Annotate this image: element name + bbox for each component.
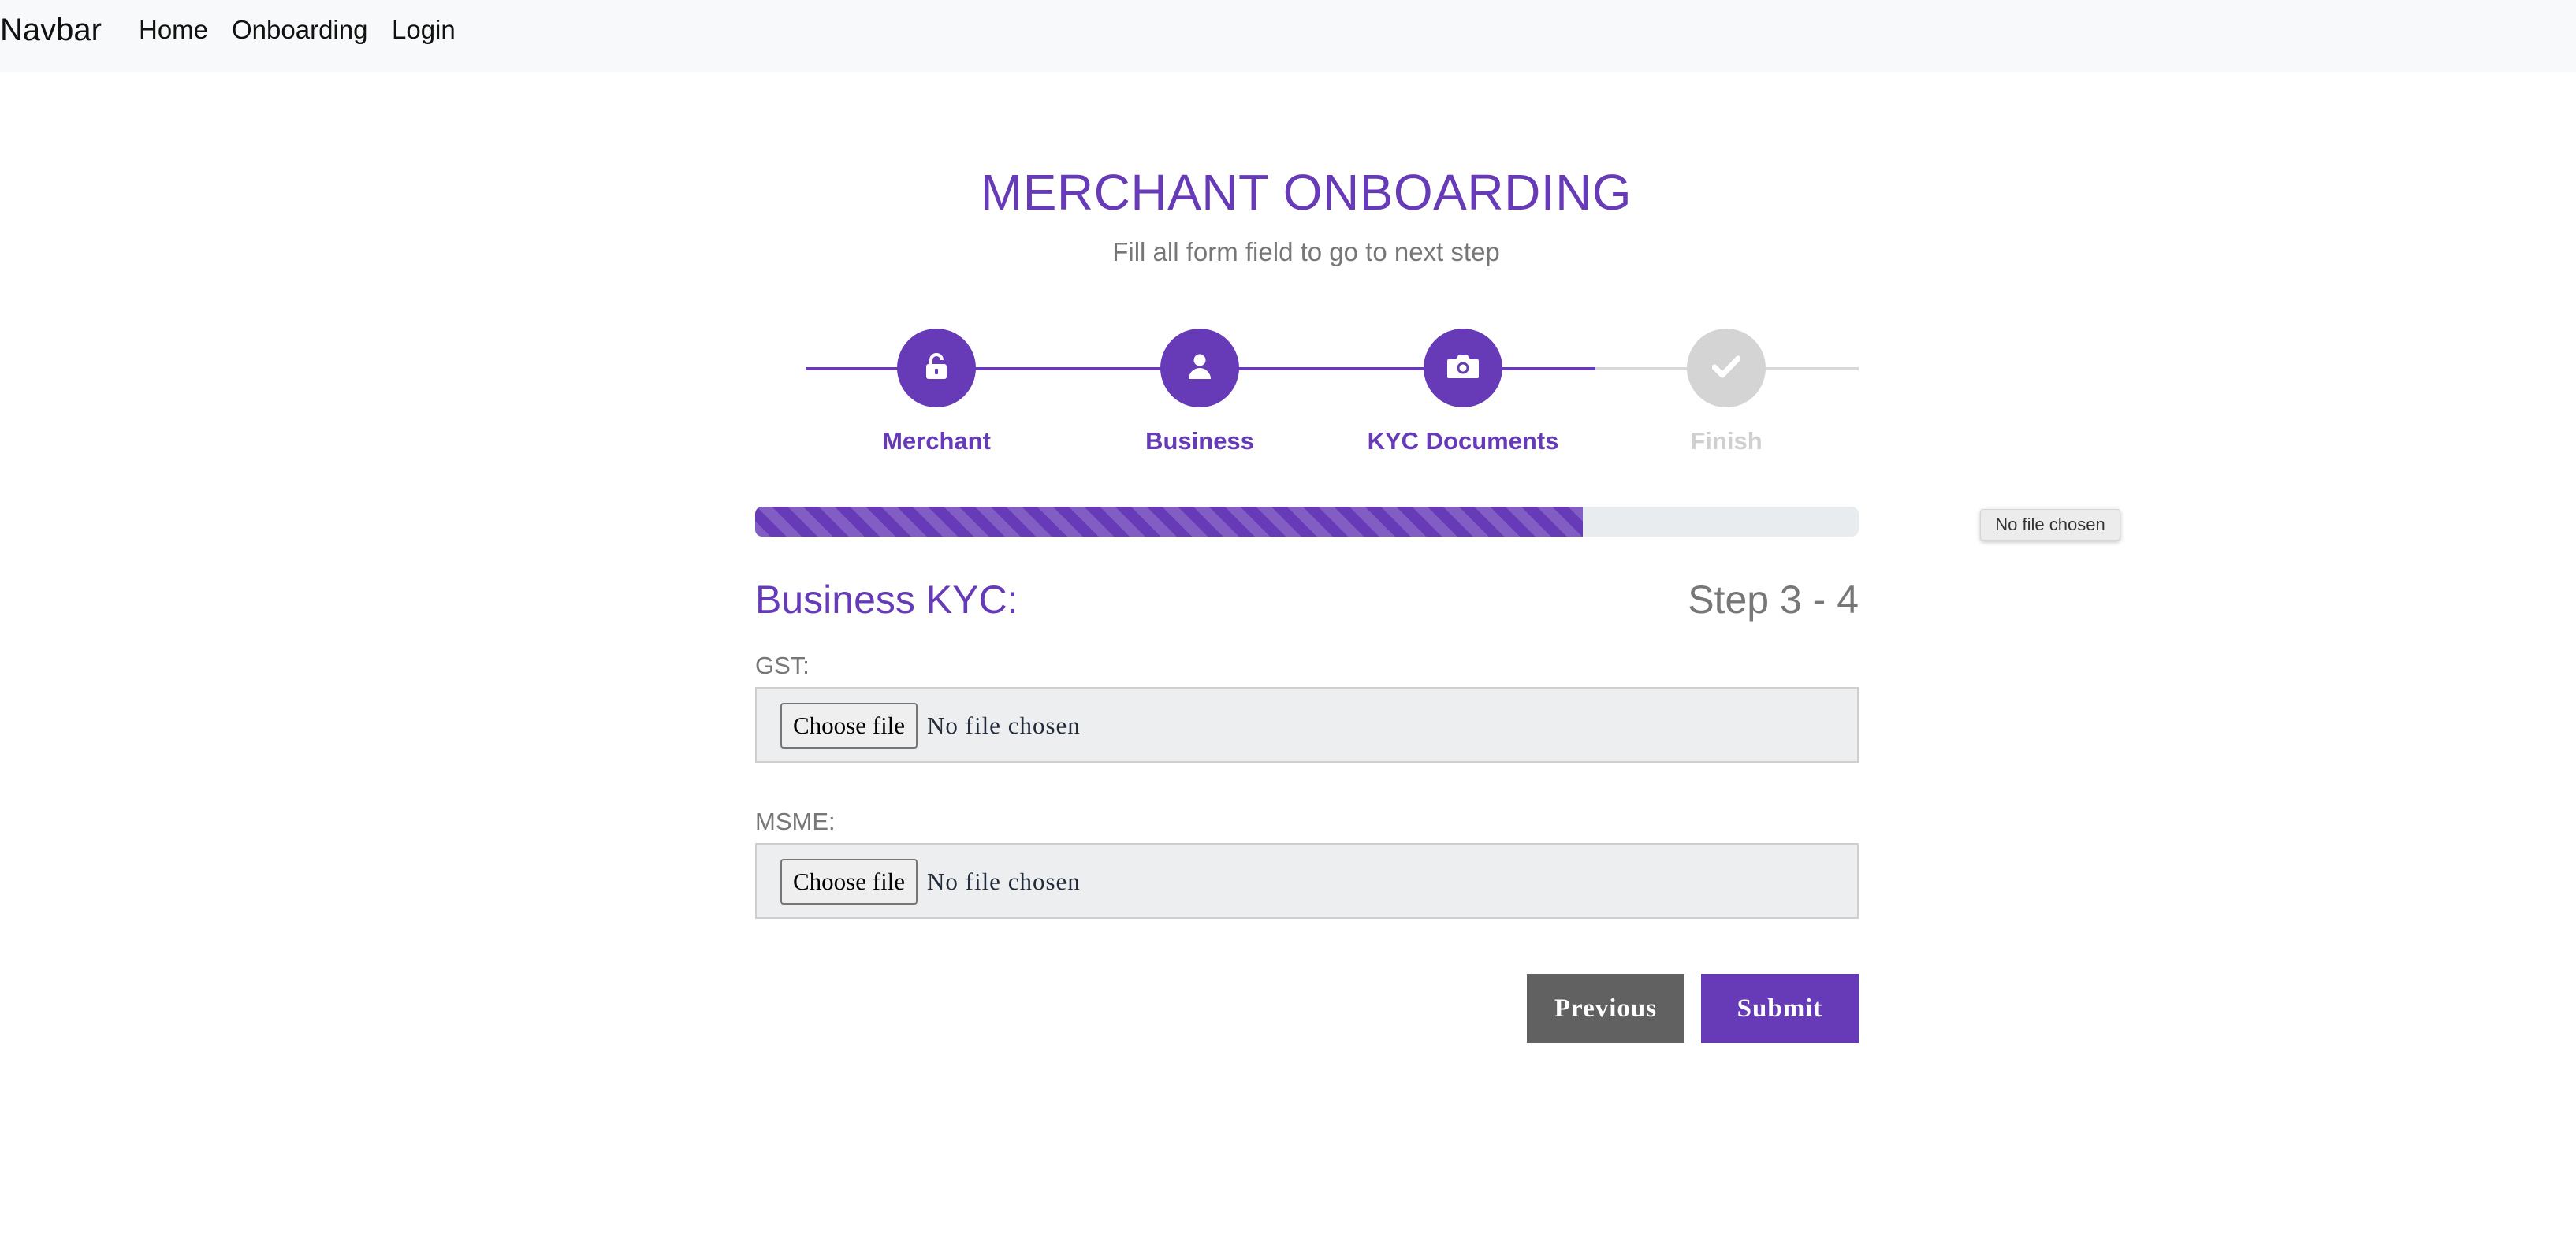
previous-button[interactable]: Previous xyxy=(1527,974,1684,1043)
step-business-circle xyxy=(1160,329,1239,407)
navbar-brand[interactable]: Navbar xyxy=(0,11,102,49)
msme-file-input[interactable]: Choose file No file chosen xyxy=(755,843,1859,919)
navbar: Navbar Home Onboarding Login xyxy=(0,0,2576,72)
step-label-finish: Finish xyxy=(1690,427,1763,455)
msme-label: MSME: xyxy=(755,808,836,835)
progress-bar-fill xyxy=(755,507,1583,537)
nav-link-home[interactable]: Home xyxy=(139,14,208,46)
camera-icon xyxy=(1446,353,1480,384)
progress-bar xyxy=(755,507,1859,537)
file-tooltip: No file chosen xyxy=(1980,509,2120,541)
page-subtitle: Fill all form field to go to next step xyxy=(1112,237,1500,266)
section-title: Business KYC: xyxy=(755,578,1018,622)
step-counter: Step 3 - 4 xyxy=(1688,578,1859,622)
nav-link-onboarding[interactable]: Onboarding xyxy=(232,14,367,46)
step-finish-circle xyxy=(1687,329,1766,407)
step-merchant-circle xyxy=(897,329,976,407)
gst-file-input[interactable]: Choose file No file chosen xyxy=(755,687,1859,763)
unlock-icon xyxy=(925,352,948,384)
check-icon xyxy=(1711,355,1741,382)
step-label-merchant: Merchant xyxy=(882,427,991,455)
msme-choose-file-button[interactable]: Choose file xyxy=(780,859,918,905)
step-kyc-circle xyxy=(1424,329,1502,407)
submit-button[interactable]: Submit xyxy=(1701,974,1859,1043)
gst-file-status: No file chosen xyxy=(927,712,1081,739)
gst-label: GST: xyxy=(755,652,810,679)
step-label-kyc: KYC Documents xyxy=(1367,427,1559,455)
msme-file-status: No file chosen xyxy=(927,868,1081,895)
gst-choose-file-button[interactable]: Choose file xyxy=(780,703,918,749)
page-title: MERCHANT ONBOARDING xyxy=(980,164,1632,221)
step-label-business: Business xyxy=(1145,427,1254,455)
nav-link-login[interactable]: Login xyxy=(392,14,456,46)
user-icon xyxy=(1188,353,1212,384)
